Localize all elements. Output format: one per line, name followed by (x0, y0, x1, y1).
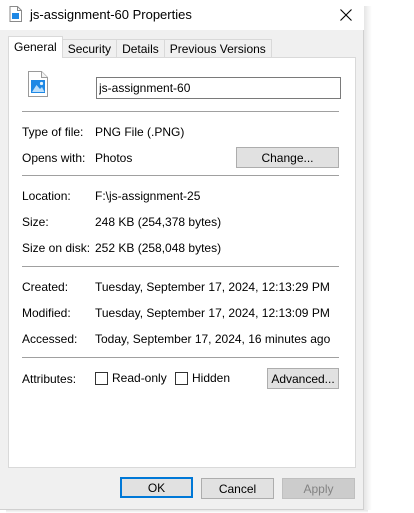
general-tab-panel: Type of file: PNG File (.PNG) Opens with… (8, 57, 356, 468)
close-button[interactable] (328, 0, 364, 30)
tab-security[interactable]: Security (61, 39, 118, 58)
change-button[interactable]: Change... (236, 147, 339, 168)
ok-button[interactable]: OK (120, 477, 193, 498)
size-on-disk-label: Size on disk: (22, 241, 91, 255)
type-of-file-value: PNG File (.PNG) (95, 125, 185, 139)
opens-with-label: Opens with: (22, 151, 86, 165)
separator (22, 175, 339, 176)
close-icon (340, 9, 352, 21)
accessed-label: Accessed: (22, 332, 78, 346)
title-bar[interactable]: js-assignment-60 Properties (0, 0, 364, 30)
readonly-label: Read-only (112, 371, 167, 385)
separator (22, 266, 339, 267)
cancel-button[interactable]: Cancel (201, 478, 274, 499)
tab-general[interactable]: General (8, 36, 63, 58)
created-label: Created: (22, 280, 69, 294)
file-name-input[interactable] (96, 77, 341, 99)
created-value: Tuesday, September 17, 2024, 12:13:29 PM (95, 280, 330, 294)
hidden-checkbox[interactable]: Hidden (175, 371, 230, 385)
advanced-button[interactable]: Advanced... (267, 368, 339, 389)
separator (22, 111, 339, 112)
attributes-label: Attributes: (22, 372, 77, 386)
modified-value: Tuesday, September 17, 2024, 12:13:09 PM (95, 306, 330, 320)
size-on-disk-value: 252 KB (258,048 bytes) (95, 241, 222, 255)
separator (22, 357, 339, 358)
properties-dialog: js-assignment-60 Properties General Secu… (0, 0, 364, 510)
window-title: js-assignment-60 Properties (30, 7, 192, 22)
readonly-checkbox-box[interactable] (95, 371, 108, 385)
modified-label: Modified: (22, 306, 71, 320)
hidden-label: Hidden (192, 371, 231, 385)
readonly-checkbox[interactable]: Read-only (95, 371, 167, 385)
window-shadow-right (364, 6, 372, 510)
type-of-file-label: Type of file: (22, 125, 84, 139)
file-icon (9, 6, 22, 22)
location-value: F:\js-assignment-25 (95, 189, 201, 203)
location-label: Location: (22, 189, 71, 203)
apply-button[interactable]: Apply (282, 478, 355, 499)
size-label: Size: (22, 215, 49, 229)
tab-details[interactable]: Details (116, 39, 165, 58)
size-value: 248 KB (254,378 bytes) (95, 215, 222, 229)
opens-with-value: Photos (95, 151, 133, 165)
accessed-value: Today, September 17, 2024, 16 minutes ag… (95, 332, 331, 346)
hidden-checkbox-box[interactable] (175, 371, 188, 385)
png-image-file-icon (28, 71, 48, 97)
tab-strip: General Security Details Previous Versio… (8, 36, 272, 58)
tab-previous-versions[interactable]: Previous Versions (163, 39, 272, 58)
